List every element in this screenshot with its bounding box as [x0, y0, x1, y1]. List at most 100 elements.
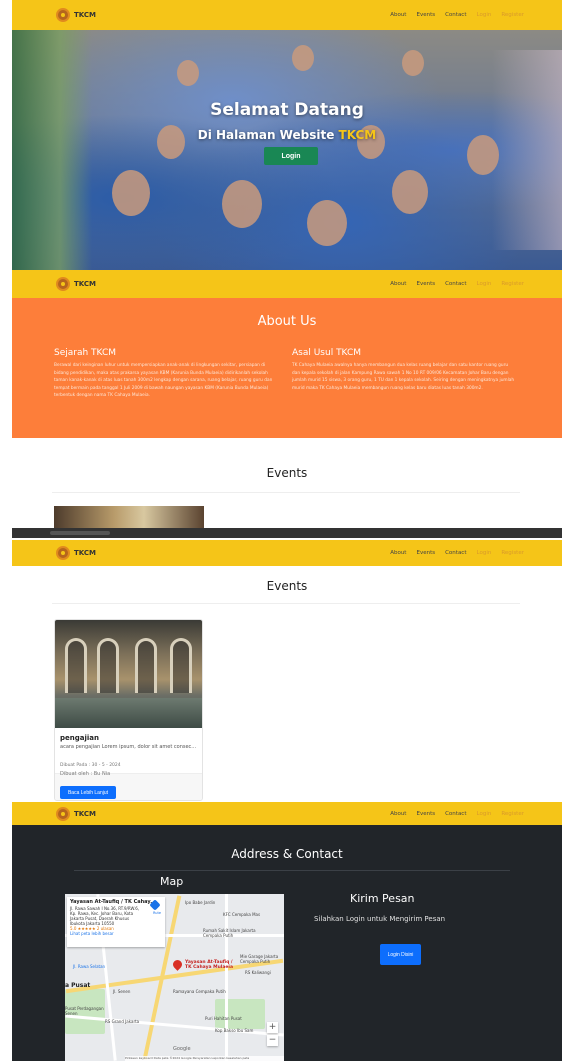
- map-label: Jl. Rawa Selatan: [73, 964, 106, 969]
- asal-heading: Asal Usul TKCM: [292, 348, 362, 358]
- brand-text: TKCM: [74, 809, 96, 818]
- navbar-events-view: TKCM About Events Contact Login Register: [12, 540, 562, 566]
- hero-subtitle-accent: TKCM: [338, 128, 377, 142]
- sejarah-text: Berawal dari keinginan luhur untuk mempe…: [54, 363, 273, 398]
- read-more-button[interactable]: Baca Lebih Lanjut: [60, 786, 116, 799]
- nav-events[interactable]: Events: [416, 550, 435, 556]
- nav-login[interactable]: Login: [477, 281, 492, 287]
- hero-wall-decoration-right: [492, 50, 562, 250]
- map-park: [215, 999, 265, 1029]
- nav-about[interactable]: About: [390, 12, 406, 18]
- nav-register[interactable]: Register: [501, 12, 524, 18]
- nav-about[interactable]: About: [390, 550, 406, 556]
- school-logo-icon: [56, 546, 70, 560]
- google-logo: Google: [173, 1046, 191, 1052]
- nav-links: About Events Contact Login Register: [390, 811, 524, 817]
- map-area-label: a Pusat: [65, 982, 91, 989]
- nav-register[interactable]: Register: [501, 281, 524, 287]
- event-author: Dibuat oleh : Bu Nia: [60, 771, 111, 777]
- map-label: KFC Cempaka Mas: [223, 912, 261, 917]
- zoom-out-button[interactable]: −: [267, 1035, 278, 1046]
- nav-links: About Events Contact Login Register: [390, 550, 524, 556]
- map-label: Pusat Perdagangan Senen: [65, 1006, 104, 1016]
- map-label: Puri Hahitan Pusat: [205, 1016, 242, 1021]
- event-title: pengajian: [60, 734, 99, 742]
- nav-contact[interactable]: Contact: [445, 811, 466, 817]
- nav-register[interactable]: Register: [501, 550, 524, 556]
- nav-contact[interactable]: Contact: [445, 281, 466, 287]
- browser-url-bar: [50, 531, 110, 535]
- about-section: About Us Sejarah TKCM Berawal dari keing…: [12, 298, 562, 438]
- contact-section: Address & Contact Map Ipo Babe Jardin KF…: [12, 825, 562, 1061]
- child-photo-face: [292, 45, 314, 71]
- login-here-button[interactable]: Login Disini: [380, 944, 421, 965]
- map-label: Mie Garage Jakarta Cempaka Putih: [240, 954, 279, 964]
- contact-title: Address & Contact: [231, 847, 343, 861]
- hero-title: Selamat Datang: [210, 100, 364, 120]
- school-logo-icon: [56, 8, 70, 22]
- brand[interactable]: TKCM: [56, 806, 96, 821]
- nav-links: About Events Contact Login Register: [390, 12, 524, 18]
- hero-subtitle-text: Di Halaman Website: [197, 128, 335, 142]
- brand-text: TKCM: [74, 549, 96, 557]
- place-name: Yayasan At-Taufiq / TK Cahay...: [70, 899, 156, 905]
- events-title: Events: [266, 466, 308, 480]
- nav-contact[interactable]: Contact: [445, 550, 466, 556]
- directions-label[interactable]: Rute: [153, 911, 161, 915]
- child-photo-face: [177, 60, 199, 86]
- about-title: About Us: [257, 314, 317, 329]
- nav-events[interactable]: Events: [416, 12, 435, 18]
- sejarah-column: Sejarah TKCM Berawal dari keinginan luhu…: [54, 348, 279, 400]
- divider: [52, 492, 520, 493]
- event-image-peek: [54, 506, 204, 528]
- location-pin-icon[interactable]: [171, 958, 184, 971]
- nav-login[interactable]: Login: [477, 811, 492, 817]
- child-photo-face: [307, 200, 347, 246]
- pin-label: Yayasan At-Taufiq / TK Cahaya Mulaeia: [185, 960, 233, 970]
- divider: [52, 603, 520, 604]
- map-label: Jl. Senen: [113, 989, 131, 994]
- nav-contact[interactable]: Contact: [445, 12, 466, 18]
- hero-banner: Selamat Datang Di Halaman Website TKCM L…: [12, 30, 562, 270]
- nav-events[interactable]: Events: [416, 281, 435, 287]
- brand-text: TKCM: [74, 280, 96, 288]
- sejarah-heading: Sejarah TKCM: [54, 348, 117, 358]
- brand[interactable]: TKCM: [56, 8, 96, 22]
- browser-status-bar: [12, 528, 562, 538]
- asal-column: Asal Usul TKCM TK Cahaya Mulaeia awalnya…: [292, 348, 517, 392]
- nav-links: About Events Contact Login Register: [390, 281, 524, 287]
- kirim-pesan-title: Kirim Pesan: [350, 892, 415, 905]
- mosque-arch: [97, 638, 119, 693]
- child-photo-face: [112, 170, 150, 216]
- kirim-pesan-subtitle: Silahkan Login untuk Mengirim Pesan: [314, 915, 446, 923]
- brand-text: TKCM: [74, 11, 96, 19]
- nav-login[interactable]: Login: [477, 12, 492, 18]
- map-label: Kop Bakso Ibu Sam: [215, 1028, 254, 1033]
- map-footer[interactable]: Pintasan keyboard Data peta ©2024 Google…: [125, 1056, 284, 1061]
- mosque-arch: [170, 638, 192, 693]
- zoom-in-button[interactable]: +: [267, 1022, 278, 1033]
- map-label: Ipo Babe Jardin: [185, 900, 216, 905]
- map-label: RS Grand Jakarta: [105, 1019, 140, 1024]
- child-photo-face: [222, 180, 262, 228]
- nav-about[interactable]: About: [390, 811, 406, 817]
- asal-text: TK Cahaya Mulaeia awalnya hanya membangu…: [292, 363, 515, 391]
- map-place-card: Yayasan At-Taufiq / TK Cahay... Jl. Rawa…: [67, 897, 165, 947]
- map-label: Rumah Sakit Islam Jakarta Cempaka Putih: [203, 928, 256, 938]
- brand[interactable]: TKCM: [56, 546, 96, 560]
- child-photo-face: [402, 50, 424, 76]
- navbar-sticky: TKCM About Events Contact Login Register: [12, 270, 562, 298]
- nav-login[interactable]: Login: [477, 550, 492, 556]
- nav-register[interactable]: Register: [501, 811, 524, 817]
- brand[interactable]: TKCM: [56, 277, 96, 291]
- google-map[interactable]: Ipo Babe Jardin KFC Cempaka Mas Rumah Sa…: [65, 894, 284, 1061]
- hero-login-button[interactable]: Login: [264, 147, 318, 165]
- view-larger-map-link[interactable]: Lihat peta lebih besar: [70, 931, 162, 936]
- child-photo-face: [392, 170, 428, 214]
- hero-wall-decoration: [12, 30, 92, 270]
- map-label: RS Kaliwangi: [245, 970, 271, 975]
- map-label: Ramayana Cempaka Putih: [173, 989, 226, 994]
- hero-subtitle: Di Halaman Website TKCM: [12, 128, 562, 142]
- nav-events[interactable]: Events: [416, 811, 435, 817]
- nav-about[interactable]: About: [390, 281, 406, 287]
